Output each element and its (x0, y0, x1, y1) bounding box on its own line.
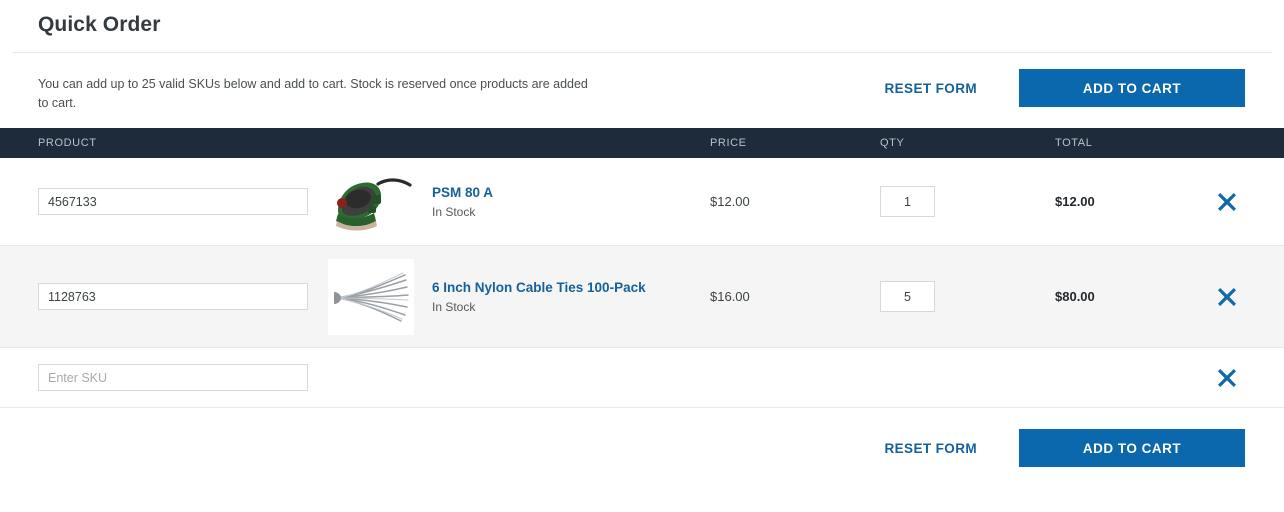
sku-input[interactable] (38, 188, 308, 215)
intro-row: You can add up to 25 valid SKUs below an… (0, 53, 1284, 128)
palm-sander-icon (336, 177, 412, 230)
remove-cell (1215, 190, 1284, 214)
close-x-icon[interactable] (1215, 366, 1239, 390)
add-to-cart-button-bottom[interactable]: ADD TO CART (1019, 429, 1245, 467)
title-bar: Quick Order (0, 0, 1284, 52)
stock-status: In Stock (432, 300, 476, 314)
close-x-icon[interactable] (1215, 285, 1239, 309)
table-row: PSM 80 A In Stock $12.00 $12.00 (0, 158, 1284, 246)
product-cell (0, 364, 710, 391)
qty-input[interactable] (880, 281, 935, 312)
price-value: $12.00 (710, 194, 750, 209)
close-x-icon[interactable] (1215, 190, 1239, 214)
intro-description: You can add up to 25 valid SKUs below an… (38, 77, 588, 110)
sku-input[interactable] (38, 364, 308, 391)
remove-cell (1215, 366, 1284, 390)
cable-ties-icon (329, 261, 413, 332)
sku-input[interactable] (38, 283, 308, 310)
column-header-total: TOTAL (1055, 137, 1093, 149)
reset-form-button-top[interactable]: RESET FORM (884, 81, 977, 96)
total-value: $80.00 (1055, 289, 1095, 304)
bottom-actions: RESET FORM ADD TO CART (0, 408, 1284, 467)
product-thumbnail-cable-ties (328, 258, 414, 335)
page-title: Quick Order (38, 13, 161, 36)
product-name-link[interactable]: 6 Inch Nylon Cable Ties 100-Pack (432, 279, 662, 297)
column-header-product: PRODUCT (38, 137, 97, 149)
table-row (0, 348, 1284, 408)
quick-order-page: Quick Order You can add up to 25 valid S… (0, 0, 1284, 512)
qty-cell (880, 186, 1055, 217)
table-header: PRODUCT PRICE QTY TOTAL (0, 128, 1284, 158)
top-actions: RESET FORM ADD TO CART (884, 69, 1246, 107)
stock-status: In Stock (432, 205, 476, 219)
product-thumbnail-sander (328, 166, 414, 238)
product-cell: 6 Inch Nylon Cable Ties 100-Pack In Stoc… (0, 258, 710, 335)
add-to-cart-button-top[interactable]: ADD TO CART (1019, 69, 1245, 107)
product-info: 6 Inch Nylon Cable Ties 100-Pack In Stoc… (432, 279, 662, 314)
product-info: PSM 80 A In Stock (432, 184, 662, 219)
close-x-icon-glyph (1218, 368, 1236, 387)
close-x-icon-glyph (1218, 192, 1236, 211)
price-value: $16.00 (710, 289, 750, 304)
qty-input[interactable] (880, 186, 935, 217)
column-header-qty: QTY (880, 137, 905, 149)
total-value: $12.00 (1055, 194, 1095, 209)
product-name-link[interactable]: PSM 80 A (432, 184, 662, 202)
remove-cell (1215, 285, 1284, 309)
close-x-icon-glyph (1218, 287, 1236, 306)
qty-cell (880, 281, 1055, 312)
reset-form-button-bottom[interactable]: RESET FORM (884, 441, 977, 456)
product-cell: PSM 80 A In Stock (0, 166, 710, 238)
column-header-price: PRICE (710, 137, 747, 149)
table-row: 6 Inch Nylon Cable Ties 100-Pack In Stoc… (0, 246, 1284, 348)
